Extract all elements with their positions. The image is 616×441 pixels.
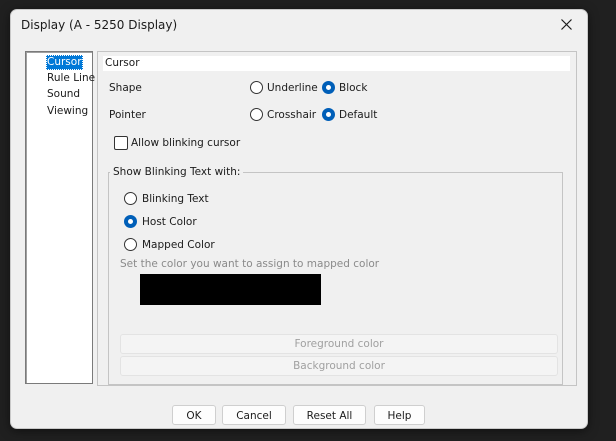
- nav-item-sound[interactable]: Sound: [46, 87, 81, 102]
- shape-block-label[interactable]: Block: [339, 82, 367, 94]
- close-icon: [561, 19, 572, 30]
- close-button[interactable]: [553, 12, 581, 38]
- display-dialog: Display (A - 5250 Display) Cursor Rule L…: [10, 9, 588, 429]
- ok-button[interactable]: OK: [172, 405, 216, 425]
- reset-all-button[interactable]: Reset All: [293, 405, 366, 425]
- category-list[interactable]: Cursor Rule Line Sound Viewing: [25, 51, 96, 384]
- blink-option-host-color-radio[interactable]: [124, 215, 137, 228]
- blink-option-blinking-text-label[interactable]: Blinking Text: [142, 193, 209, 205]
- pointer-default-label[interactable]: Default: [339, 109, 377, 121]
- blinking-cursor-label[interactable]: Allow blinking cursor: [131, 137, 240, 149]
- cancel-button[interactable]: Cancel: [222, 405, 286, 425]
- nav-item-rule-line[interactable]: Rule Line: [46, 71, 96, 86]
- shape-block-radio[interactable]: [322, 81, 335, 94]
- blink-option-mapped-color-label[interactable]: Mapped Color: [142, 239, 215, 251]
- shape-underline-radio[interactable]: [250, 81, 263, 94]
- settings-panel: Cursor Shape Underline Block Pointer Cro…: [97, 51, 577, 386]
- foreground-color-button[interactable]: Foreground color: [120, 334, 558, 354]
- pointer-default-radio[interactable]: [322, 108, 335, 121]
- blinking-cursor-checkbox[interactable]: [114, 136, 128, 150]
- panel-header: Cursor: [103, 56, 570, 71]
- pointer-crosshair-label[interactable]: Crosshair: [267, 109, 316, 121]
- background-color-button[interactable]: Background color: [120, 356, 558, 376]
- nav-item-viewing[interactable]: Viewing: [46, 104, 89, 119]
- mapped-color-hint: Set the color you want to assign to mapp…: [120, 258, 380, 270]
- blink-option-mapped-color-radio[interactable]: [124, 238, 137, 251]
- blinking-text-group-title: Show Blinking Text with:: [110, 166, 244, 178]
- blink-option-host-color-label[interactable]: Host Color: [142, 216, 197, 228]
- mapped-color-swatch: [140, 274, 321, 305]
- panel-header-label: Cursor: [105, 57, 140, 69]
- blink-option-blinking-text-radio[interactable]: [124, 192, 137, 205]
- pointer-crosshair-radio[interactable]: [250, 108, 263, 121]
- dialog-title: Display (A - 5250 Display): [21, 18, 178, 32]
- help-button[interactable]: Help: [374, 405, 425, 425]
- shape-label: Shape: [109, 82, 142, 94]
- title-bar[interactable]: Display (A - 5250 Display): [11, 10, 587, 40]
- shape-underline-label[interactable]: Underline: [267, 82, 318, 94]
- pointer-label: Pointer: [109, 109, 146, 121]
- nav-item-cursor[interactable]: Cursor: [46, 55, 83, 70]
